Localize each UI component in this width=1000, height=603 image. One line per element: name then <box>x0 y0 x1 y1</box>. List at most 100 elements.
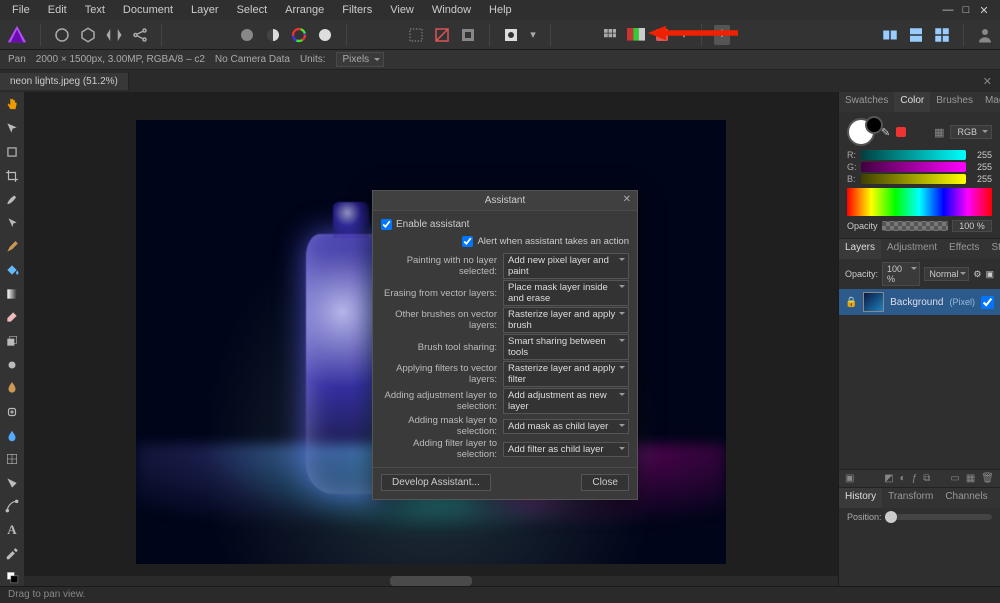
dodge-tool-icon[interactable] <box>3 356 21 374</box>
close-button[interactable]: Close <box>581 474 629 491</box>
tab-effects[interactable]: Effects <box>943 239 985 259</box>
info-icon[interactable]: ▦ <box>934 126 944 139</box>
arrange-horiz-icon[interactable] <box>881 26 899 44</box>
healing-tool-icon[interactable] <box>3 403 21 421</box>
layer-row[interactable]: 🔒 Background (Pixel) <box>839 289 1000 315</box>
enable-assistant-checkbox[interactable]: Enable assistant <box>381 219 629 230</box>
tab-swatches[interactable]: Swatches <box>839 92 894 112</box>
paint-brush-icon[interactable] <box>3 238 21 256</box>
adjustment-add-icon[interactable]: ◐ <box>900 473 906 484</box>
window-close-button[interactable]: ✕ <box>978 4 990 17</box>
menu-arrange[interactable]: Arrange <box>277 2 332 18</box>
tab-32p[interactable]: 32P <box>994 488 1000 508</box>
pen-tool-icon[interactable] <box>3 474 21 492</box>
add-layer-icon[interactable]: ▭ <box>950 473 959 484</box>
row-dropdown[interactable]: Add filter as child layer <box>503 442 629 457</box>
row-dropdown[interactable]: Smart sharing between tools <box>503 334 629 360</box>
dialog-close-icon[interactable]: ✕ <box>623 194 631 205</box>
crop-tool-icon[interactable] <box>3 167 21 185</box>
tab-layers[interactable]: Layers <box>839 239 881 259</box>
menu-document[interactable]: Document <box>115 2 181 18</box>
menu-view[interactable]: View <box>382 2 422 18</box>
share-icon[interactable] <box>131 26 149 44</box>
fg-bg-swatch-icon[interactable] <box>847 118 875 146</box>
swatch-fg-bg-icon[interactable] <box>3 569 21 587</box>
history-slider[interactable] <box>888 514 992 520</box>
mesh-warp-icon[interactable] <box>3 450 21 468</box>
red-slider[interactable] <box>861 150 966 160</box>
mask-icon[interactable]: ◩ <box>884 473 893 484</box>
blur-tool-icon[interactable] <box>3 427 21 445</box>
curves-icon[interactable] <box>290 26 308 44</box>
develop-assistant-button[interactable]: Develop Assistant... <box>381 474 491 491</box>
blue-slider[interactable] <box>861 174 966 184</box>
document-tab[interactable]: neon lights.jpeg (51.2%) <box>0 73 129 90</box>
quick-mask-icon[interactable] <box>502 26 520 44</box>
delete-layer-icon[interactable]: 🗑 <box>981 473 994 484</box>
tab-channels[interactable]: Channels <box>939 488 993 508</box>
window-maximize-button[interactable]: □ <box>960 4 972 17</box>
document-setup-icon[interactable] <box>53 26 71 44</box>
mirror-icon[interactable] <box>105 26 123 44</box>
tab-transform[interactable]: Transform <box>882 488 939 508</box>
white-balance-icon[interactable] <box>316 26 334 44</box>
gradient-tool-icon[interactable] <box>3 285 21 303</box>
fill-tool-icon[interactable] <box>3 261 21 279</box>
smudge-tool-icon[interactable] <box>3 380 21 398</box>
autocontrast-icon[interactable] <box>238 26 256 44</box>
menu-edit[interactable]: Edit <box>40 2 75 18</box>
swatches-dropdown-icon[interactable]: ▾ <box>679 26 689 44</box>
tab-history[interactable]: History <box>839 488 882 508</box>
flood-select-icon[interactable] <box>3 214 21 232</box>
layer-opacity-dropdown[interactable]: 100 % <box>882 262 920 286</box>
tab-adjustment[interactable]: Adjustment <box>881 239 943 259</box>
arrange-vert-icon[interactable] <box>907 26 925 44</box>
horizontal-scrollbar[interactable] <box>24 576 838 586</box>
tab-brushes[interactable]: Brushes <box>930 92 979 112</box>
account-icon[interactable] <box>976 26 994 44</box>
layer-group-icon[interactable]: ▣ <box>845 473 854 484</box>
erase-tool-icon[interactable] <box>3 309 21 327</box>
hand-tool-icon[interactable] <box>3 96 21 114</box>
row-dropdown[interactable]: Place mask layer inside and erase <box>503 280 629 306</box>
blend-mode-dropdown[interactable]: Normal <box>924 267 969 281</box>
node-tool-icon[interactable] <box>3 498 21 516</box>
menu-text[interactable]: Text <box>77 2 113 18</box>
move-tool-icon[interactable] <box>3 120 21 138</box>
arrange-grid-icon[interactable] <box>933 26 951 44</box>
row-dropdown[interactable]: Add adjustment as new layer <box>503 388 629 414</box>
opacity-field[interactable]: 100 % <box>952 220 992 232</box>
units-dropdown[interactable]: Pixels <box>336 52 385 67</box>
row-dropdown[interactable]: Rasterize layer and apply brush <box>503 307 629 333</box>
color-model-dropdown[interactable]: RGB <box>950 125 992 139</box>
selection-brush-icon[interactable] <box>3 191 21 209</box>
view-tool-icon[interactable] <box>3 143 21 161</box>
quick-mask-dropdown-icon[interactable]: ▾ <box>528 26 538 44</box>
selection-rect-icon[interactable] <box>407 26 425 44</box>
selection-invert-icon[interactable] <box>459 26 477 44</box>
alert-checkbox[interactable]: Alert when assistant takes an action <box>381 236 629 247</box>
color-picker-tool-icon[interactable] <box>3 545 21 563</box>
tab-close-button[interactable]: ✕ <box>975 75 1000 88</box>
color-chooser-icon[interactable] <box>627 26 645 44</box>
menu-layer[interactable]: Layer <box>183 2 227 18</box>
hue-spectrum[interactable] <box>847 188 992 216</box>
clone-tool-icon[interactable] <box>3 332 21 350</box>
menu-window[interactable]: Window <box>424 2 479 18</box>
grid-icon[interactable] <box>601 26 619 44</box>
window-minimize-button[interactable]: — <box>942 4 954 17</box>
layer-pin-icon[interactable]: ▣ <box>985 269 994 280</box>
green-slider[interactable] <box>861 162 966 172</box>
levels-icon[interactable] <box>264 26 282 44</box>
menu-help[interactable]: Help <box>481 2 520 18</box>
fx-icon[interactable]: ƒ <box>912 473 918 484</box>
row-dropdown[interactable]: Add new pixel layer and paint <box>503 253 629 279</box>
layer-gear-icon[interactable]: ⚙ <box>973 269 981 280</box>
add-pixel-layer-icon[interactable]: ▦ <box>966 473 975 484</box>
layer-visible-checkbox[interactable] <box>981 296 994 309</box>
row-dropdown[interactable]: Rasterize layer and apply filter <box>503 361 629 387</box>
text-tool-icon[interactable]: A <box>3 521 21 539</box>
tab-macro[interactable]: Macro <box>979 92 1000 112</box>
crop-layer-icon[interactable]: ⧉ <box>923 473 930 484</box>
opacity-slider[interactable] <box>882 221 948 231</box>
